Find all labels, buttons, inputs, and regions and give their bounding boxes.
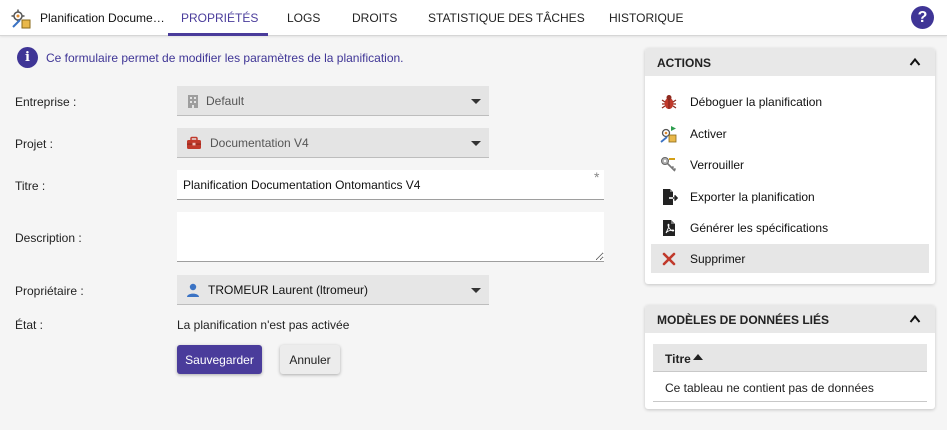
proprietaire-select[interactable]: TROMEUR Laurent (ltromeur) [177, 275, 489, 305]
activate-action[interactable]: Activer [651, 119, 929, 148]
export-action[interactable]: Exporter la planification [651, 182, 929, 211]
table-empty-row: Ce tableau ne contient pas de données [653, 372, 927, 402]
column-header-titre: Titre [665, 352, 691, 366]
active-tab-indicator [168, 33, 268, 36]
chevron-up-icon[interactable] [909, 313, 921, 325]
activate-action-label: Activer [690, 127, 727, 141]
app-title: Planification Documentation Ontomantics … [40, 11, 168, 25]
actions-panel-header: ACTIONS [645, 48, 935, 76]
projet-label: Projet : [15, 137, 54, 151]
actions-panel-title: ACTIONS [657, 56, 711, 70]
delete-icon [662, 252, 676, 266]
info-icon: i [17, 47, 38, 68]
entreprise-select[interactable]: Default [177, 86, 489, 116]
models-panel-header: MODÈLES DE DONNÉES LIÉS [645, 305, 935, 333]
cancel-button[interactable]: Annuler [280, 345, 340, 374]
chevron-up-icon[interactable] [909, 56, 921, 68]
save-button[interactable]: Sauvegarder [177, 345, 262, 374]
chevron-down-icon [471, 288, 481, 293]
keys-icon [661, 157, 677, 172]
export-action-label: Exporter la planification [690, 190, 815, 204]
user-icon [187, 283, 199, 297]
description-textarea[interactable] [177, 212, 604, 262]
projet-value: Documentation V4 [210, 136, 309, 150]
proprietaire-label: Propriétaire : [15, 284, 84, 298]
chevron-down-icon [471, 99, 481, 104]
entreprise-value: Default [206, 94, 245, 108]
generate-specs-action[interactable]: Générer les spécifications [651, 213, 929, 242]
proprietaire-value: TROMEUR Laurent (ltromeur) [208, 283, 369, 297]
info-message: Ce formulaire permet de modifier les par… [46, 51, 404, 65]
lock-action[interactable]: Verrouiller [651, 150, 929, 179]
titre-input[interactable] [177, 170, 604, 200]
actions-panel: ACTIONS Déboguer la planification Active… [645, 48, 935, 284]
file-export-icon [663, 189, 678, 205]
tab-droits[interactable]: DROITS [352, 11, 397, 25]
bug-icon [661, 95, 677, 109]
table-empty-text: Ce tableau ne contient pas de données [665, 381, 874, 395]
generate-specs-action-label: Générer les spécifications [690, 221, 829, 235]
tab-proprietes[interactable]: PROPRIÉTÉS [181, 11, 258, 25]
delete-action[interactable]: Supprimer [651, 244, 929, 273]
etat-value: La planification n'est pas activée [177, 318, 350, 332]
table-header-titre[interactable]: Titre [653, 344, 927, 372]
activate-icon [660, 126, 677, 143]
etat-label: État : [15, 318, 44, 332]
description-label: Description : [15, 231, 82, 245]
help-button[interactable]: ? [911, 6, 934, 29]
delete-action-label: Supprimer [690, 252, 746, 266]
required-mark: * [594, 169, 600, 185]
debug-action[interactable]: Déboguer la planification [651, 87, 929, 116]
toolbox-icon [187, 136, 201, 149]
chevron-down-icon [471, 141, 481, 146]
tab-logs[interactable]: LOGS [287, 11, 320, 25]
models-panel-title: MODÈLES DE DONNÉES LIÉS [657, 313, 830, 327]
lock-action-label: Verrouiller [690, 158, 745, 172]
entreprise-label: Entreprise : [15, 95, 77, 109]
planning-app-icon [11, 9, 31, 29]
tab-historique[interactable]: HISTORIQUE [609, 11, 683, 25]
tab-statistique[interactable]: STATISTIQUE DES TÂCHES [428, 11, 585, 25]
titre-label: Titre : [15, 179, 46, 193]
top-bar: Planification Documentation Ontomantics … [0, 0, 947, 36]
sort-ascending-icon [693, 354, 703, 360]
models-panel: MODÈLES DE DONNÉES LIÉS Titre Ce tableau… [645, 305, 935, 409]
projet-select[interactable]: Documentation V4 [177, 128, 489, 158]
debug-action-label: Déboguer la planification [690, 95, 823, 109]
pdf-icon [663, 220, 675, 236]
building-icon [188, 95, 198, 108]
